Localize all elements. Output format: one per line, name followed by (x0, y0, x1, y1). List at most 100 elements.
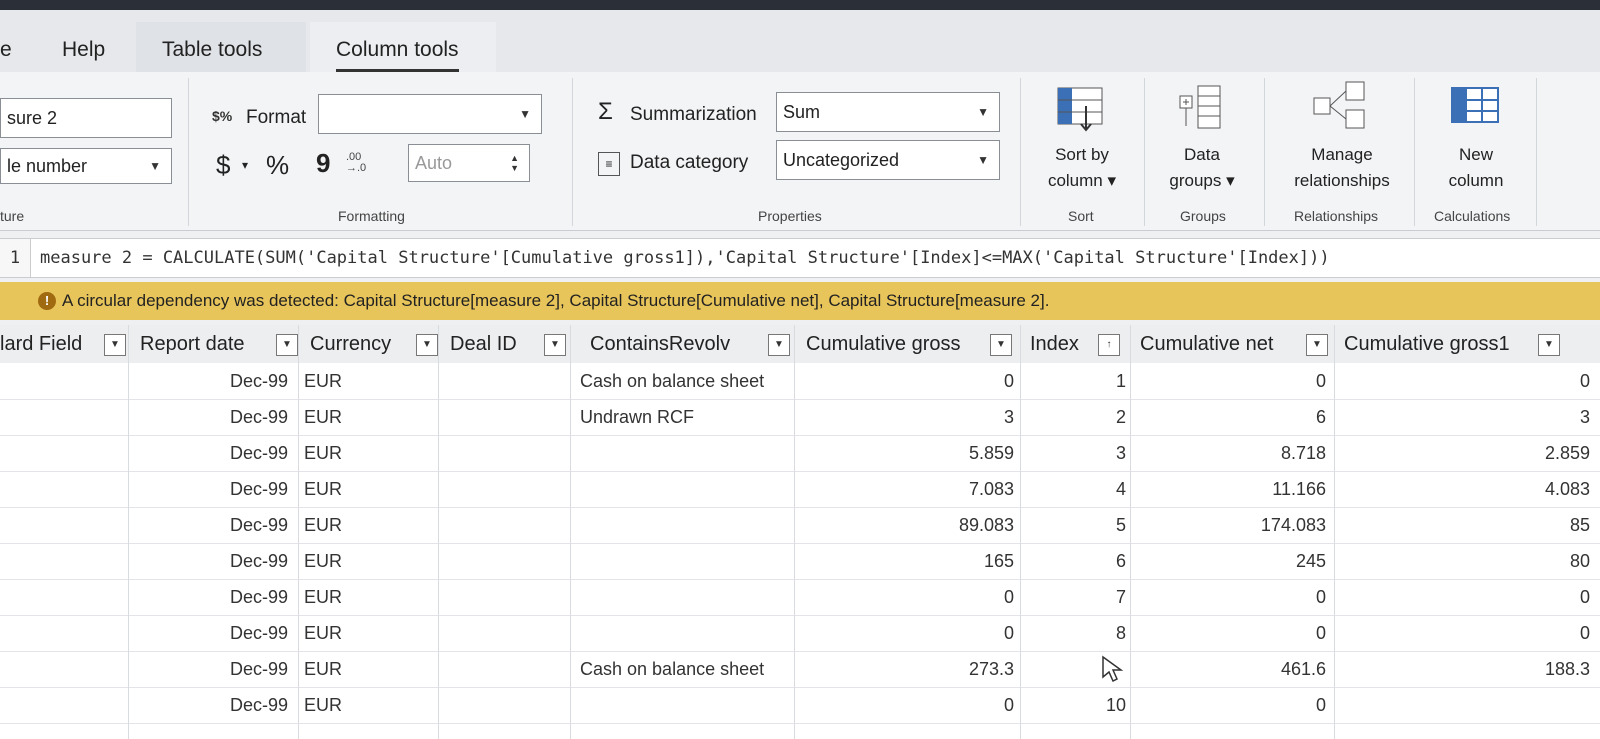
formula-text[interactable]: measure 2 = CALCULATE(SUM('Capital Struc… (40, 239, 1330, 277)
warning-icon: ! (38, 292, 56, 310)
relationships-group-label: Relationships (1294, 208, 1379, 224)
cell-cumulative-gross: 89.083 (958, 515, 1014, 535)
data-category-dropdown[interactable]: Uncategorized ▼ (776, 140, 1000, 180)
cell-cumulative-net: 174.083 (1260, 515, 1326, 535)
filter-dropdown-icon[interactable]: ▼ (1306, 334, 1328, 356)
relationships-button-line2: relationships (1294, 171, 1390, 190)
groups-group-label: Groups (1180, 208, 1226, 224)
cell-cumulative-net: 0 (1315, 623, 1326, 643)
cell-contains-revolv: Undrawn RCF (580, 407, 695, 427)
spinner-icon[interactable]: ▲ ▼ (510, 153, 519, 173)
column-header-currency[interactable]: Currency (310, 325, 391, 363)
cell-cumulative-net: 6 (1315, 407, 1326, 427)
tab-help[interactable]: Help (62, 38, 105, 62)
column-header-standard-field[interactable]: lard Field (0, 325, 82, 363)
tab-file[interactable]: e (0, 38, 12, 62)
cell-report-date: Dec-99 (229, 623, 288, 643)
column-divider (298, 325, 299, 739)
data-category-label: Data category (630, 152, 749, 173)
sigma-icon: Σ (598, 98, 613, 125)
column-divider (794, 325, 795, 739)
tab-column-tools[interactable]: Column tools (336, 38, 459, 72)
group-divider (1020, 78, 1021, 226)
cell-report-date: Dec-99 (229, 371, 288, 391)
cell-cumulative-gross: 0 (1003, 695, 1014, 715)
table-row[interactable]: Dec-99 EUR 5.859 3 8.718 2.859 (0, 435, 1600, 472)
table-row[interactable]: Dec-99 EUR 0 10 0 (0, 687, 1600, 724)
column-header-contains-revolv[interactable]: ContainsRevolv (590, 325, 730, 363)
cell-cumulative-net: 0 (1315, 695, 1326, 715)
column-divider (128, 325, 129, 739)
filter-dropdown-icon[interactable]: ▼ (544, 334, 566, 356)
table-row[interactable]: Dec-99 EUR 89.083 5 174.083 85 (0, 507, 1600, 544)
cell-index: 6 (1115, 551, 1126, 571)
decimal-places-icon[interactable]: .00 →.0 (346, 152, 366, 174)
calc-button-line2: column (1448, 171, 1504, 190)
cell-currency: EUR (304, 407, 343, 427)
currency-chevron-icon[interactable]: ▾ (242, 158, 248, 172)
table-row[interactable]: Dec-99 EUR Cash on balance sheet 0 1 0 0 (0, 363, 1600, 400)
filter-dropdown-icon[interactable]: ▼ (1538, 334, 1560, 356)
comma-style-button[interactable]: 9 (316, 148, 330, 179)
column-header-cumulative-gross[interactable]: Cumulative gross (806, 325, 961, 363)
column-divider (570, 325, 571, 739)
column-header-cumulative-net[interactable]: Cumulative net (1140, 325, 1273, 363)
cell-index: 3 (1115, 443, 1126, 463)
table-header: lard Field ▼ Report date ▼ Currency ▼ De… (0, 325, 1600, 364)
formula-bar[interactable]: 1 measure 2 = CALCULATE(SUM('Capital Str… (0, 238, 1600, 278)
cell-report-date: Dec-99 (229, 587, 288, 607)
warning-text: A circular dependency was detected: Capi… (62, 291, 1050, 310)
cell-cumulative-net: 11.166 (1272, 479, 1326, 499)
cell-currency: EUR (304, 623, 343, 643)
filter-dropdown-icon[interactable]: ▼ (104, 334, 126, 356)
cell-index: 4 (1115, 479, 1126, 499)
column-header-report-date[interactable]: Report date (140, 325, 245, 363)
cell-contains-revolv: Cash on balance sheet (580, 371, 765, 391)
filter-dropdown-icon[interactable]: ▼ (276, 334, 298, 356)
column-header-cumulative-gross1[interactable]: Cumulative gross1 (1344, 325, 1510, 363)
sort-button-line1: Sort by (1055, 145, 1109, 164)
warning-bar: ! A circular dependency was detected: Ca… (0, 282, 1600, 320)
column-name-field[interactable]: sure 2 (0, 98, 172, 138)
percent-button[interactable]: % (266, 150, 289, 181)
cell-cumulative-net: 8.718 (1280, 443, 1326, 463)
cell-currency: EUR (304, 659, 343, 679)
formatting-group-label: Formatting (338, 208, 405, 224)
sort-button-line2: column (1047, 171, 1103, 190)
cell-cumulative-net: 0 (1315, 587, 1326, 607)
groups-button-line1: Data (1184, 145, 1220, 164)
summarization-value: Sum (783, 101, 821, 122)
cell-cumulative-gross: 165 (983, 551, 1014, 571)
decimal-places-value: Auto (415, 152, 453, 173)
sort-ascending-icon[interactable]: ↑ (1098, 334, 1120, 356)
column-header-deal-id[interactable]: Deal ID (450, 325, 517, 363)
filter-dropdown-icon[interactable]: ▼ (990, 334, 1012, 356)
cell-cumulative-net: 461.6 (1280, 659, 1326, 679)
mouse-cursor-icon (1102, 655, 1124, 683)
table-row[interactable]: Dec-99 EUR 165 6 245 80 (0, 543, 1600, 580)
filter-dropdown-icon[interactable]: ▼ (768, 334, 790, 356)
summarization-dropdown[interactable]: Sum ▼ (776, 92, 1000, 132)
data-type-dropdown[interactable]: le number ▼ (0, 148, 172, 184)
table-row[interactable]: Dec-99 EUR 7.083 4 11.166 4.083 (0, 471, 1600, 508)
cell-cumulative-gross1: 188.3 (1544, 659, 1590, 679)
table-row[interactable]: Dec-99 EUR Undrawn RCF 3 2 6 3 (0, 399, 1600, 436)
table-row[interactable]: Dec-99 EUR 0 8 0 0 (0, 615, 1600, 652)
column-header-index[interactable]: Index (1030, 325, 1079, 363)
groups-button-line2: groups (1169, 171, 1222, 190)
cell-index: 5 (1115, 515, 1126, 535)
cell-cumulative-gross: 7.083 (968, 479, 1014, 499)
filter-dropdown-icon[interactable]: ▼ (416, 334, 438, 356)
chevron-down-icon: ▼ (977, 105, 989, 119)
table-row[interactable]: Dec-99 EUR 0 7 0 0 (0, 579, 1600, 616)
cell-currency: EUR (304, 479, 343, 499)
tab-table-tools[interactable]: Table tools (162, 38, 262, 62)
cell-currency: EUR (304, 371, 343, 391)
decimal-places-input[interactable]: Auto ▲ ▼ (408, 144, 530, 182)
table-row[interactable]: Dec-99 EUR Cash on balance sheet 273.3 4… (0, 651, 1600, 688)
currency-button[interactable]: $ (216, 150, 230, 181)
cell-report-date: Dec-99 (229, 443, 288, 463)
cell-currency: EUR (304, 695, 343, 715)
format-dropdown[interactable]: ▼ (318, 94, 542, 134)
cell-report-date: Dec-99 (229, 479, 288, 499)
